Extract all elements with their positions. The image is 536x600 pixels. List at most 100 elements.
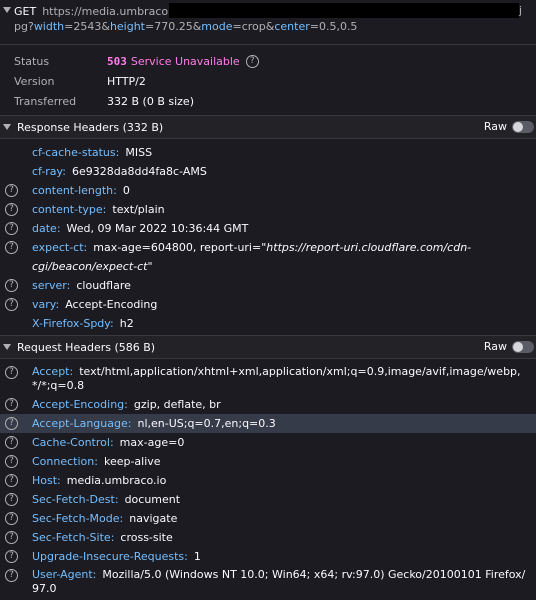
version-label: Version (14, 74, 55, 88)
header-row[interactable]: ? Cache-Control: max-age=0 (0, 433, 536, 452)
header-name: date (32, 222, 57, 235)
header-row[interactable]: ? Sec-Fetch-Dest: document (0, 490, 536, 509)
header-value: 6e9328da8dd4fa8c-AMS (71, 165, 207, 178)
header-row[interactable]: cf-ray: 6e9328da8dd4fa8c-AMS (0, 162, 536, 181)
header-row[interactable]: ? Connection: keep-alive (0, 452, 536, 471)
toggle-knob (513, 341, 523, 352)
header-colon: : (109, 436, 114, 449)
help-icon[interactable]: ? (5, 455, 18, 468)
query-param-text: =2543& (64, 20, 110, 33)
header-name: Sec-Fetch-Dest (32, 493, 115, 506)
help-icon[interactable]: ? (5, 241, 18, 254)
toggle-switch[interactable] (512, 340, 534, 353)
header-row[interactable]: X-Firefox-Spdy: h2 (0, 314, 536, 333)
request-headers-section-header[interactable]: Request Headers (586 B) Raw (0, 335, 536, 359)
header-value: MISS (125, 146, 153, 159)
header-name: cf-ray (32, 165, 63, 178)
help-icon[interactable]: ? (5, 203, 18, 216)
status-label: Status (14, 54, 50, 68)
request-url-block: GET https://media.umbraco.io j pg?width=2… (0, 0, 536, 44)
header-row[interactable]: ? User-Agent: Mozilla/5.0 (Windows NT 10.0… (0, 566, 536, 598)
header-colon: : (124, 398, 128, 411)
help-icon[interactable]: ? (5, 398, 18, 411)
header-row[interactable]: ? Upgrade-Insecure-Requests: 1 (0, 547, 536, 566)
header-row[interactable]: ? Sec-Fetch-Mode: navigate (0, 509, 536, 528)
url-trailing-char: j (519, 4, 523, 17)
header-name: User-Agent (32, 568, 93, 581)
request-method: GET (14, 5, 37, 18)
header-value: text/html,application/xhtml+xml,applicat… (32, 365, 521, 392)
header-value: keep-alive (103, 455, 161, 468)
header-row[interactable]: ? expect-ct: max-age=604800, report-uri="h… (0, 238, 536, 276)
header-colon: : (83, 241, 88, 254)
help-icon[interactable]: ? (5, 474, 18, 487)
collapse-arrow-icon[interactable] (3, 124, 11, 130)
header-row[interactable]: ? content-length: 0 (0, 181, 536, 200)
query-param-name: center (274, 20, 310, 33)
raw-toggle[interactable]: Raw (484, 340, 534, 353)
header-colon: : (110, 317, 114, 330)
header-name: Sec-Fetch-Site (32, 531, 111, 544)
header-name: cf-cache-status (32, 146, 116, 159)
header-colon: : (119, 512, 124, 525)
help-icon[interactable]: ? (5, 417, 18, 430)
header-row[interactable]: ? date: Wed, 09 Mar 2022 10:36:44 GMT (0, 219, 536, 238)
request-headers-list: ? Accept: text/html,application/xhtml+xml,… (0, 359, 536, 600)
header-row[interactable]: ? Host: media.umbraco.io (0, 471, 536, 490)
header-row[interactable]: ? Accept: text/html,application/xhtml+xml,… (0, 363, 536, 395)
help-icon[interactable]: ? (5, 366, 18, 379)
header-row[interactable]: cf-cache-status: MISS (0, 143, 536, 162)
header-value: Wed, 09 Mar 2022 10:36:44 GMT (66, 222, 249, 235)
header-colon: : (110, 531, 115, 544)
header-name: Accept-Language (32, 417, 128, 430)
header-value: cross-site (120, 531, 173, 544)
header-row[interactable]: ? Accept-Encoding: gzip, deflate, br (0, 395, 536, 414)
header-colon: : (94, 455, 98, 468)
header-value: max-age=0 (119, 436, 185, 449)
toggle-switch[interactable] (512, 120, 534, 133)
header-row[interactable]: ? content-type: text/plain (0, 200, 536, 219)
help-icon[interactable]: ? (5, 222, 18, 235)
header-colon: : (102, 203, 107, 216)
help-icon[interactable]: ? (5, 279, 18, 292)
header-name: Accept (32, 365, 70, 378)
help-icon[interactable]: ? (245, 54, 259, 68)
raw-toggle[interactable]: Raw (484, 120, 534, 133)
header-name: content-type (32, 203, 103, 216)
header-row[interactable]: ? vary: Accept-Encoding (0, 295, 536, 314)
header-value: gzip, deflate, br (133, 398, 221, 411)
help-icon[interactable]: ? (5, 531, 18, 544)
header-colon: : (57, 474, 61, 487)
header-name: vary (32, 298, 56, 311)
collapse-arrow-icon[interactable] (3, 344, 11, 350)
query-param-name: mode (201, 20, 233, 33)
header-name: expect-ct (32, 241, 84, 254)
request-url-query: pg?width=2543&height=770.25&mode=crop&ce… (0, 19, 536, 34)
status-row: Status 503 Service Unavailable ? (0, 51, 536, 71)
header-name: content-length (32, 184, 114, 197)
header-row[interactable]: ? Sec-Fetch-Site: cross-site (0, 528, 536, 547)
help-icon[interactable]: ? (5, 493, 18, 506)
version-row: Version HTTP/2 (0, 71, 536, 91)
header-row[interactable]: ? Accept-Language: nl,en-US;q=0.7,en;q=0.3 (0, 414, 536, 433)
collapse-arrow-icon[interactable] (3, 7, 11, 13)
help-icon[interactable]: ? (5, 436, 18, 449)
header-value: max-age=604800, report-uri= (93, 241, 262, 254)
query-param-text: pg? (14, 20, 34, 33)
help-icon[interactable]: ? (5, 184, 18, 197)
query-param-name: width (33, 20, 65, 33)
header-name: Connection (32, 455, 95, 468)
query-param-text: =0.5,0.5 (309, 20, 358, 33)
response-headers-title: Response Headers (332 B) (17, 120, 164, 134)
header-name: Upgrade-Insecure-Requests (32, 550, 185, 563)
transferred-label: Transferred (14, 94, 77, 108)
help-icon[interactable]: ? (5, 298, 18, 311)
help-icon[interactable]: ? (5, 569, 18, 582)
help-icon[interactable]: ? (5, 512, 18, 525)
header-value: text/plain (112, 203, 165, 216)
response-headers-section-header[interactable]: Response Headers (332 B) Raw (0, 115, 536, 139)
query-param-name: height (109, 20, 145, 33)
header-row[interactable]: ? server: cloudflare (0, 276, 536, 295)
help-icon[interactable]: ? (5, 550, 18, 563)
transferred-row: Transferred 332 B (0 B size) (0, 91, 536, 111)
